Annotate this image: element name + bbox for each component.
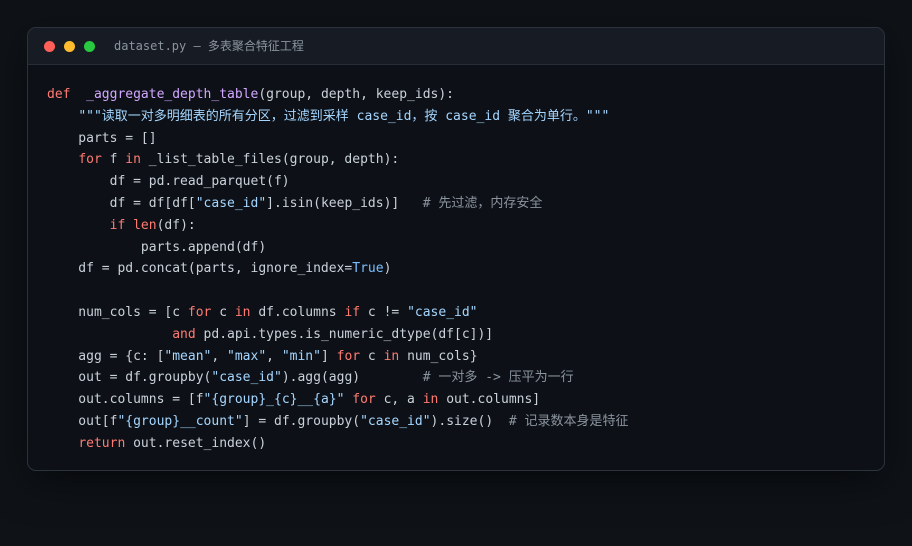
code-text: (group, depth, keep_ids): bbox=[258, 87, 454, 102]
code-keyword: def bbox=[47, 87, 71, 102]
code-text: parts = [] bbox=[47, 130, 157, 146]
code-text: out.columns] bbox=[438, 392, 541, 408]
code-text: c != bbox=[360, 304, 408, 320]
code-text: df = pd.concat(parts, ignore_index= bbox=[47, 261, 353, 277]
code-line: out.columns = [f"{group}_{c}__{a}" for c… bbox=[47, 389, 628, 411]
code-keyword: return bbox=[78, 435, 126, 451]
code-text: ] = df.groupby( bbox=[242, 413, 361, 429]
code-comment: # 先过滤，内存安全 bbox=[422, 195, 543, 211]
code-line: and pd.api.types.is_numeric_dtype(df[c])… bbox=[47, 324, 628, 346]
code-line: df = pd.read_parquet(f) bbox=[47, 171, 628, 193]
code-line: out[f"{group}__count"] = df.groupby("cas… bbox=[47, 411, 628, 433]
code-keyword: in bbox=[383, 348, 400, 364]
code-keyword: if bbox=[344, 304, 361, 320]
code-line: agg = {c: ["mean", "max", "min"] for c i… bbox=[47, 346, 628, 368]
code-line: def _aggregate_depth_table(group, depth,… bbox=[47, 84, 628, 106]
code-text: out.reset_index() bbox=[125, 435, 267, 451]
code-text: ].isin(keep_ids)] bbox=[266, 195, 423, 211]
code-text: parts.append(df) bbox=[47, 239, 267, 255]
code-string: "case_id" bbox=[195, 195, 267, 211]
code-line: out = df.groupby("case_id").agg(agg) # 一… bbox=[47, 367, 628, 389]
code-text: out[f bbox=[47, 413, 118, 429]
code-line: """读取一对多明细表的所有分区，过滤到采样 case_id，按 case_id… bbox=[47, 106, 628, 128]
code-line: parts.append(df) bbox=[47, 237, 628, 259]
code-text: ) bbox=[383, 261, 392, 277]
maximize-window-button[interactable] bbox=[84, 41, 95, 52]
code-text: agg = {c: [ bbox=[47, 348, 165, 364]
code-string: "case_id" bbox=[407, 304, 478, 320]
code-text: f bbox=[101, 152, 126, 168]
code-line: df = df[df["case_id"].isin(keep_ids)] # … bbox=[47, 193, 628, 215]
code-text: (df): bbox=[156, 217, 196, 233]
window-titlebar: dataset.py — 多表聚合特征工程 bbox=[28, 28, 884, 65]
code-text: ).agg(agg) bbox=[281, 370, 423, 386]
code-keyword: for bbox=[78, 152, 102, 168]
code-line: num_cols = [c for c in df.columns if c !… bbox=[47, 302, 628, 324]
code-string: "min" bbox=[281, 348, 321, 364]
code-line: parts = [] bbox=[47, 128, 628, 150]
code-function-name: _aggregate_depth_table bbox=[86, 87, 259, 102]
code-keyword: in bbox=[234, 304, 251, 320]
code-text: , bbox=[211, 348, 228, 364]
code-keyword: for bbox=[352, 392, 376, 408]
code-text: df.columns bbox=[250, 304, 345, 320]
code-text: ] bbox=[320, 348, 337, 364]
code-line: df = pd.concat(parts, ignore_index=True) bbox=[47, 258, 628, 280]
code-block[interactable]: def _aggregate_depth_table(group, depth,… bbox=[47, 84, 628, 455]
code-line: return out.reset_index() bbox=[47, 433, 628, 455]
code-text: _list_table_files(group, depth): bbox=[140, 152, 400, 168]
code-text: ).size() bbox=[430, 413, 509, 429]
code-text: , bbox=[266, 348, 282, 364]
code-string: "case_id" bbox=[360, 413, 431, 429]
code-keyword: in bbox=[125, 152, 141, 168]
code-keyword: for bbox=[336, 348, 361, 364]
code-string: """读取一对多明细表的所有分区，过滤到采样 case_id，按 case_id… bbox=[78, 108, 610, 124]
code-keyword: in bbox=[422, 392, 439, 408]
close-window-button[interactable] bbox=[44, 41, 55, 52]
minimize-window-button[interactable] bbox=[64, 41, 75, 52]
code-text: out.columns = [f bbox=[47, 392, 204, 408]
code-keyword: for bbox=[187, 304, 212, 320]
code-text: c, a bbox=[375, 392, 423, 408]
code-window: dataset.py — 多表聚合特征工程 def _aggregate_dep… bbox=[27, 27, 885, 471]
code-constant: True bbox=[352, 261, 384, 277]
code-string: "{group}__count" bbox=[117, 413, 243, 429]
code-string: "max" bbox=[227, 348, 267, 364]
code-text: num_cols = [c bbox=[47, 304, 188, 320]
code-text: df = df[df[ bbox=[47, 195, 196, 211]
code-text: c bbox=[360, 348, 384, 364]
code-line: if len(df): bbox=[47, 215, 628, 237]
code-text: num_cols} bbox=[399, 348, 478, 364]
code-string: "mean" bbox=[164, 348, 212, 364]
code-text: out = df.groupby( bbox=[47, 370, 212, 386]
code-line: for f in _list_table_files(group, depth)… bbox=[47, 149, 628, 171]
code-keyword: if bbox=[109, 217, 126, 233]
code-text: df = pd.read_parquet(f) bbox=[47, 174, 290, 190]
code-string: "case_id" bbox=[211, 370, 282, 386]
code-text: c bbox=[211, 304, 235, 320]
code-string: "{group}_{c}__{a}" bbox=[203, 392, 345, 408]
window-title: dataset.py — 多表聚合特征工程 bbox=[114, 39, 304, 53]
code-comment: # 一对多 -> 压平为一行 bbox=[422, 370, 574, 386]
code-text: pd.api.types.is_numeric_dtype(df[c])] bbox=[195, 326, 494, 342]
code-comment: # 记录数本身是特征 bbox=[508, 413, 629, 429]
code-keyword: and bbox=[172, 326, 196, 342]
code-keyword: len bbox=[133, 217, 157, 233]
